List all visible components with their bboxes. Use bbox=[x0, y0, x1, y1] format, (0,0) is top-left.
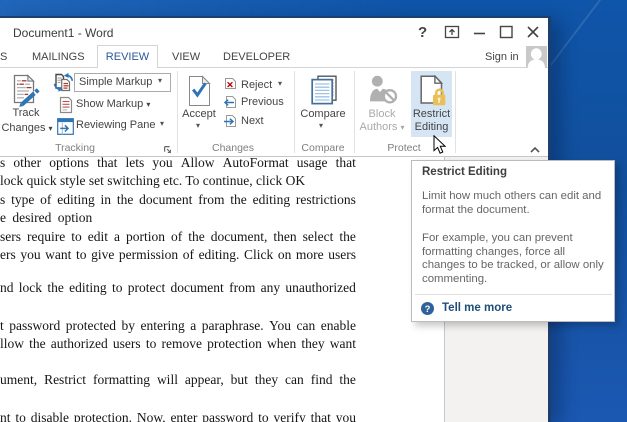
svg-text:?: ? bbox=[418, 24, 427, 40]
svg-text:?: ? bbox=[425, 304, 431, 315]
